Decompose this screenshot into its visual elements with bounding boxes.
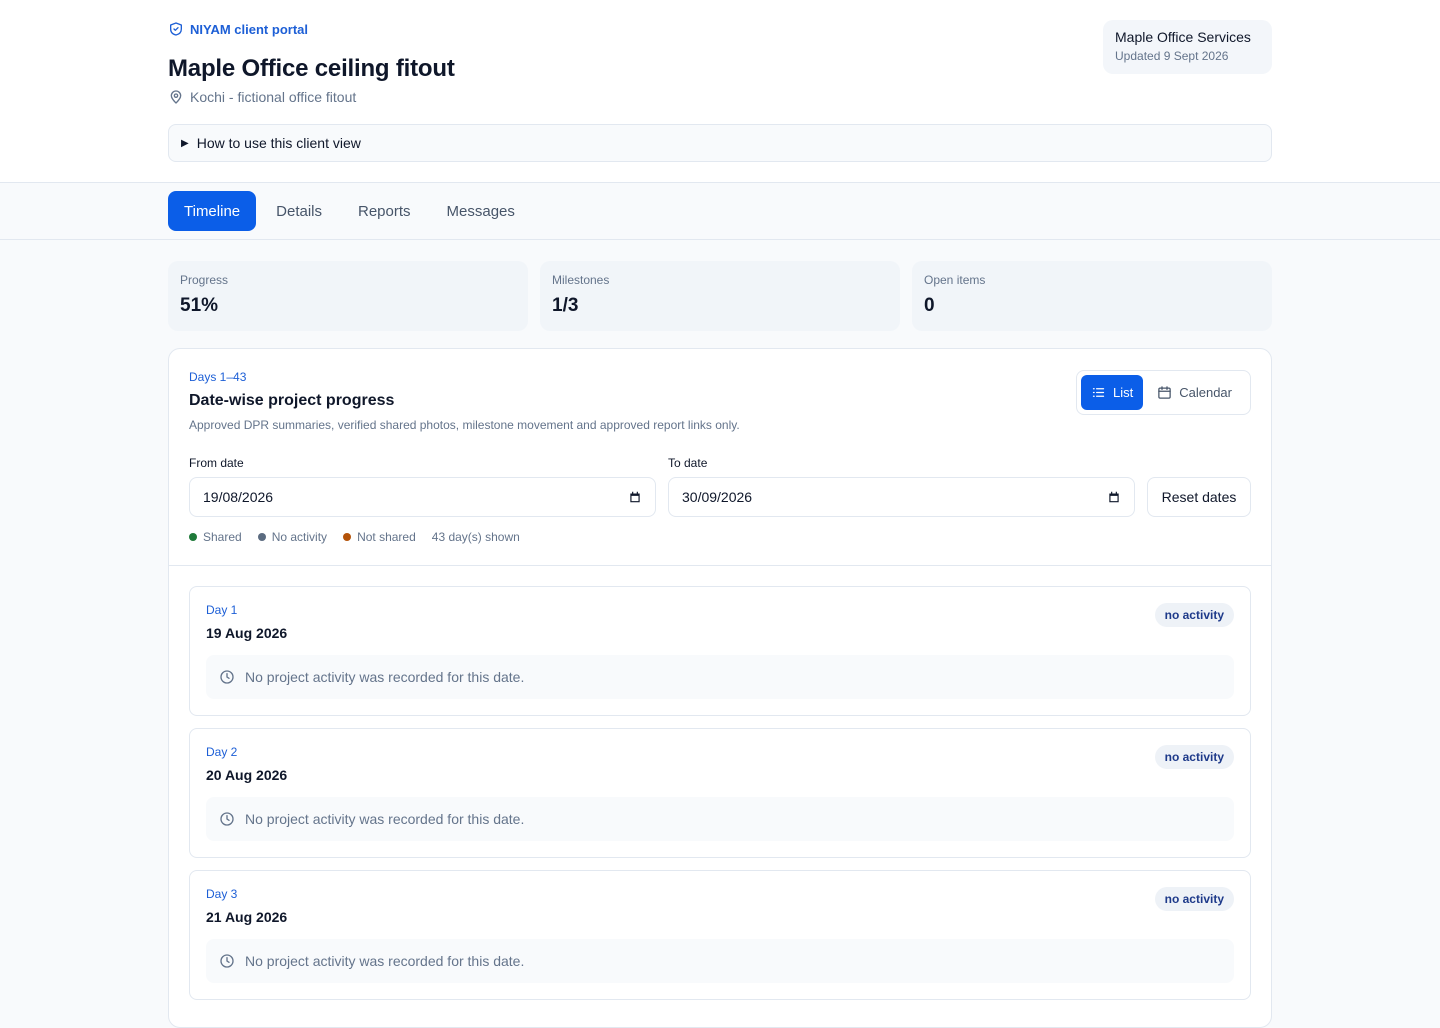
calendar-view-button[interactable]: Calendar	[1147, 375, 1242, 410]
not-shared-dot-icon	[343, 533, 352, 541]
legend-shared: Shared	[189, 530, 242, 544]
status-legend: Shared No activity Not shared 43 day(s) …	[189, 530, 520, 544]
timeline-panel: Days 1–43 Date-wise project progress App…	[168, 348, 1272, 1028]
day-note-text: No project activity was recorded for thi…	[245, 953, 525, 969]
howto-label: How to use this client view	[196, 135, 361, 151]
stats-row: Progress 51% Milestones 1/3 Open items 0	[168, 261, 1272, 331]
day-card: Day 2 20 Aug 2026 no activity No project…	[189, 728, 1251, 858]
caret-right-icon: ▶	[181, 137, 189, 149]
status-badge: no activity	[1154, 603, 1234, 627]
day-number: Day 1	[206, 603, 238, 617]
calendar-view-label: Calendar	[1179, 385, 1232, 400]
status-badge: no activity	[1154, 887, 1234, 911]
reset-dates-button[interactable]: Reset dates	[1147, 477, 1251, 517]
from-date-label: From date	[189, 456, 244, 470]
legend-no-activity: No activity	[257, 530, 328, 544]
stat-label: Progress	[180, 273, 229, 287]
to-date-label: To date	[668, 456, 708, 470]
page-header: NIYAM client portal Maple Office ceiling…	[0, 0, 1440, 183]
updated-date: Updated 9 Sept 2026	[1115, 49, 1229, 63]
map-pin-icon	[170, 90, 182, 104]
timeline-description: Approved DPR summaries, verified shared …	[189, 418, 740, 432]
page-title: Maple Office ceiling fitout	[168, 55, 455, 82]
day-card: Day 1 19 Aug 2026 no activity No project…	[189, 586, 1251, 716]
tab-details[interactable]: Details	[260, 191, 338, 231]
day-date: 21 Aug 2026	[206, 909, 288, 925]
stat-progress: Progress 51%	[168, 261, 528, 331]
stat-value: 0	[924, 295, 935, 316]
tab-bar: Timeline Details Reports Messages	[0, 183, 1440, 240]
day-number: Day 3	[206, 887, 238, 901]
list-view-button[interactable]: List	[1081, 375, 1144, 410]
brand[interactable]: NIYAM client portal	[168, 21, 308, 37]
shared-dot-icon	[189, 533, 197, 541]
tab-reports[interactable]: Reports	[342, 191, 427, 231]
day-number: Day 2	[206, 745, 238, 759]
timeline-eyebrow: Days 1–43	[189, 370, 247, 384]
day-date: 20 Aug 2026	[206, 767, 288, 783]
location-label: Kochi - fictional office fitout	[190, 89, 357, 105]
divider	[169, 565, 1271, 566]
tab-messages[interactable]: Messages	[431, 191, 531, 231]
stat-open-items: Open items 0	[912, 261, 1272, 331]
from-date-input[interactable]: 19/08/2026	[189, 477, 656, 517]
calendar-picker-icon[interactable]	[628, 490, 642, 504]
to-date-value: 30/09/2026	[682, 489, 753, 505]
day-note: No project activity was recorded for thi…	[206, 797, 1234, 841]
stat-value: 1/3	[552, 295, 579, 316]
stat-value: 51%	[180, 295, 219, 316]
timeline-title: Date-wise project progress	[189, 392, 395, 409]
list-icon	[1092, 388, 1105, 397]
howto-disclosure[interactable]: ▶ How to use this client view	[168, 124, 1272, 162]
legend-label: No activity	[271, 530, 328, 544]
day-note-text: No project activity was recorded for thi…	[245, 669, 525, 685]
client-card: Maple Office Services Updated 9 Sept 202…	[1103, 20, 1272, 74]
view-toggle: List Calendar	[1076, 370, 1251, 415]
legend-not-shared: Not shared	[343, 530, 416, 544]
client-name: Maple Office Services	[1115, 29, 1251, 45]
to-date-input[interactable]: 30/09/2026	[668, 477, 1135, 517]
no-activity-dot-icon	[257, 533, 266, 541]
day-note-text: No project activity was recorded for thi…	[245, 811, 525, 827]
day-note: No project activity was recorded for thi…	[206, 939, 1234, 983]
day-card: Day 3 21 Aug 2026 no activity No project…	[189, 870, 1251, 1000]
list-view-label: List	[1113, 385, 1134, 400]
stat-label: Open items	[924, 273, 986, 287]
brand-label: NIYAM client portal	[190, 21, 308, 37]
legend-label: Shared	[203, 530, 242, 544]
clock-icon	[220, 954, 234, 968]
calendar-icon	[1158, 386, 1171, 399]
clock-icon	[220, 812, 234, 826]
from-date-value: 19/08/2026	[203, 489, 274, 505]
legend-label: Not shared	[357, 530, 416, 544]
status-badge: no activity	[1154, 745, 1234, 769]
stat-label: Milestones	[552, 273, 610, 287]
clock-icon	[220, 670, 234, 684]
project-location: Kochi - fictional office fitout	[168, 89, 356, 105]
day-note: No project activity was recorded for thi…	[206, 655, 1234, 699]
calendar-picker-icon[interactable]	[1107, 490, 1121, 504]
days-shown-count: 43 day(s) shown	[431, 530, 520, 544]
tab-timeline[interactable]: Timeline	[168, 191, 257, 231]
shield-check-icon	[170, 22, 182, 36]
stat-milestones: Milestones 1/3	[540, 261, 900, 331]
day-date: 19 Aug 2026	[206, 625, 288, 641]
